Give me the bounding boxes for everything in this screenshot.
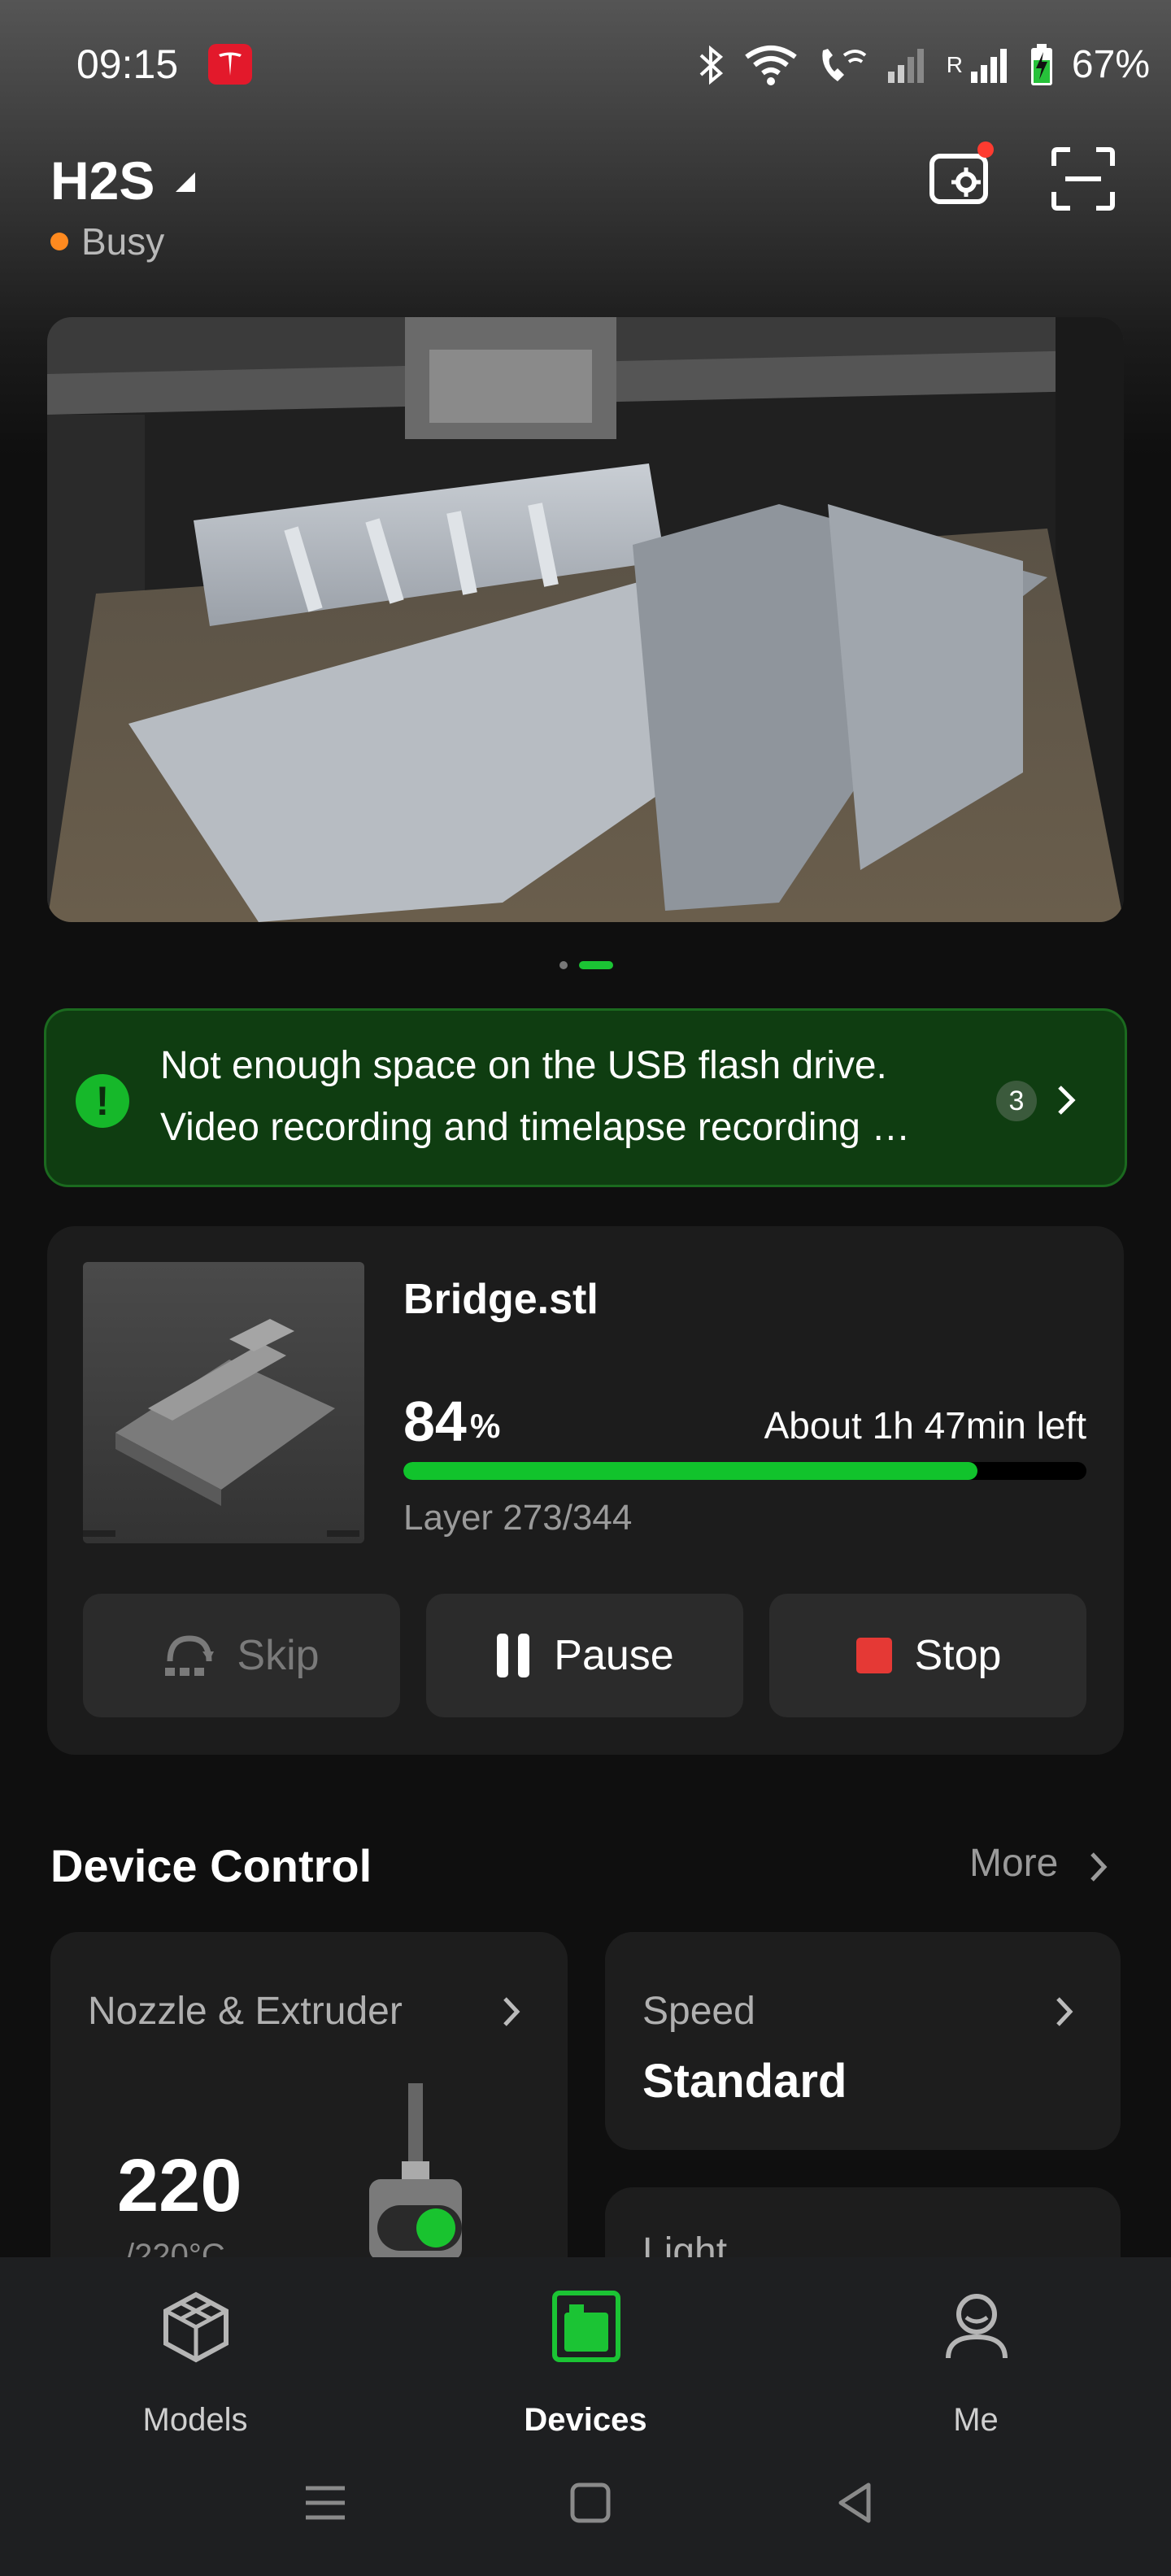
camera-pager xyxy=(0,959,1171,971)
nav-me[interactable]: Me xyxy=(878,2290,1073,2438)
back-icon[interactable] xyxy=(833,2480,878,2526)
skip-icon xyxy=(165,1635,215,1676)
scan-button[interactable] xyxy=(1049,145,1117,213)
wifi-icon xyxy=(744,45,797,85)
bottom-navigation: Models Devices Me xyxy=(0,2257,1171,2576)
model-preview-image xyxy=(83,1319,359,1537)
file-name: Bridge.stl xyxy=(403,1276,599,1323)
camera-image xyxy=(47,317,1124,922)
camera-settings-button[interactable] xyxy=(927,141,995,213)
nav-devices-label: Devices xyxy=(524,2402,647,2438)
stop-icon xyxy=(855,1638,892,1673)
me-icon xyxy=(946,2294,1008,2359)
nav-models[interactable]: Models xyxy=(98,2290,293,2438)
wifi-calling-icon xyxy=(822,48,866,81)
nozzle-label: Nozzle & Extruder xyxy=(88,1990,403,2033)
alert-count-badge: 3 xyxy=(996,1081,1037,1121)
more-link[interactable]: More xyxy=(969,1841,1058,1886)
chevron-right-icon xyxy=(503,1997,520,2026)
notification-dot xyxy=(977,141,994,158)
extruder-icon xyxy=(369,2083,462,2261)
pager-dot-active xyxy=(579,961,613,969)
home-icon[interactable] xyxy=(568,2480,613,2526)
alert-banner[interactable]: ! Not enough space on the USB flash driv… xyxy=(44,1008,1127,1187)
battery-percent: 67% xyxy=(1071,43,1150,86)
progress-bar-fill xyxy=(403,1462,977,1480)
camera-feed[interactable] xyxy=(47,317,1124,922)
time-left: About 1h 47min left xyxy=(764,1404,1086,1447)
alert-line-1: Not enough space on the USB flash drive. xyxy=(160,1044,887,1087)
progress-bar xyxy=(403,1462,1086,1480)
print-job-card: Bridge.stl 84 % About 1h 47min left Laye… xyxy=(47,1226,1124,1755)
skip-button[interactable]: Skip xyxy=(83,1594,400,1717)
pause-button[interactable]: Pause xyxy=(426,1594,743,1717)
speed-label: Speed xyxy=(642,1990,755,2033)
chevron-right-icon xyxy=(1058,1086,1076,1115)
scan-icon xyxy=(1051,147,1115,211)
alert-line-2: Video recording and timelapse recording … xyxy=(160,1106,911,1149)
signal-icon xyxy=(887,48,924,83)
status-icons: R 67% xyxy=(698,42,1150,87)
speed-value: Standard xyxy=(642,2055,847,2108)
pause-icon xyxy=(497,1634,530,1677)
alert-icon: ! xyxy=(76,1074,129,1128)
skip-label: Skip xyxy=(237,1632,320,1679)
status-time: 09:15 xyxy=(76,41,179,87)
pager-dot xyxy=(559,961,568,969)
chevron-right-icon[interactable] xyxy=(1088,1851,1109,1883)
battery-charging-icon xyxy=(1030,43,1052,85)
devices-icon xyxy=(552,2291,620,2362)
device-name[interactable]: H2S xyxy=(50,150,155,211)
model-thumbnail[interactable] xyxy=(83,1262,364,1543)
status-dot xyxy=(50,233,68,250)
nav-devices[interactable]: Devices xyxy=(488,2290,683,2438)
progress-percent: 84 xyxy=(403,1390,467,1453)
layer-count: Layer 273/344 xyxy=(403,1498,633,1538)
device-switch-caret-icon[interactable] xyxy=(174,171,197,194)
roaming-label: R xyxy=(946,51,963,77)
stop-button[interactable]: Stop xyxy=(769,1594,1086,1717)
device-control-title: Device Control xyxy=(50,1840,372,1891)
nav-models-label: Models xyxy=(142,2402,248,2438)
pause-label: Pause xyxy=(554,1632,674,1679)
models-icon xyxy=(163,2291,229,2363)
recent-apps-icon[interactable] xyxy=(303,2480,348,2526)
nozzle-temperature: 220 xyxy=(117,2144,242,2227)
chevron-right-icon xyxy=(1056,1997,1073,2026)
bluetooth-icon xyxy=(699,45,723,85)
tesla-icon xyxy=(208,44,252,85)
progress-percent-unit: % xyxy=(470,1407,501,1445)
stop-label: Stop xyxy=(914,1632,1002,1679)
roaming-signal-icon xyxy=(970,48,1007,83)
nav-me-label: Me xyxy=(953,2402,999,2438)
device-status: Busy xyxy=(81,220,165,263)
speed-card[interactable]: Speed Standard xyxy=(605,1932,1121,2150)
